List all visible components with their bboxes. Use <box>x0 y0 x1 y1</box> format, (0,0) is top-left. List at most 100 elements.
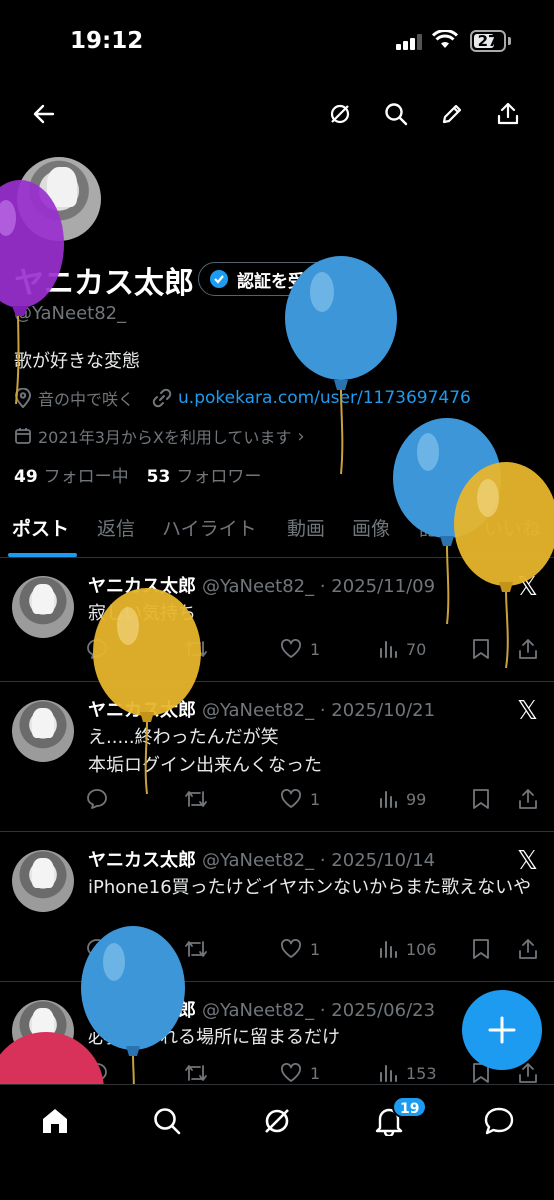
bookmark-icon <box>472 788 490 810</box>
views-icon <box>378 1063 398 1083</box>
profile-joined: 2021年3月からXを利用しています <box>38 428 292 447</box>
location-pin-icon <box>14 388 32 408</box>
profile-handle: @YaNeet82_ <box>14 303 127 324</box>
home-icon[interactable] <box>30 1101 80 1141</box>
verified-badge-icon <box>210 270 228 288</box>
repost-icon <box>184 938 208 960</box>
following-stat[interactable]: 49 フォロー中 <box>14 462 129 487</box>
grok-icon[interactable] <box>318 90 362 138</box>
bookmark-button[interactable] <box>472 934 490 964</box>
like-icon <box>280 789 302 809</box>
top-nav <box>0 90 554 138</box>
x-logo-icon: 𝕏 <box>517 572 538 602</box>
post-meta: @YaNeet82_ · 2025/06/23 <box>202 1000 436 1021</box>
share-icon[interactable] <box>486 90 530 138</box>
active-tab-indicator <box>8 553 77 557</box>
search-icon[interactable] <box>374 90 418 138</box>
message-icon[interactable] <box>474 1101 524 1141</box>
pencil-icon[interactable] <box>430 90 474 138</box>
repost-icon <box>184 638 208 660</box>
views-button[interactable]: 70 <box>378 634 426 664</box>
post-card[interactable]: ヤニカス太郎 @YaNeet82_ · 2025/10/14 𝕏 iPhone16… <box>0 832 554 982</box>
profile-meta-location-link: 音の中で咲く u.pokekara.com/user/1173697476 <box>14 386 471 410</box>
tab-replies[interactable]: 返信 <box>97 514 135 541</box>
follow-stats: 49 フォロー中 53 フォロワー <box>14 462 261 487</box>
post-meta: @YaNeet82_ · 2025/10/21 <box>202 700 436 721</box>
grok-icon[interactable] <box>252 1101 302 1141</box>
like-icon <box>280 1063 302 1083</box>
cellular-signal-icon <box>396 34 424 50</box>
post-text: iPhone16買ったけどイヤホンないからまた歌えないや <box>88 877 532 898</box>
post-card[interactable]: ヤニカス太郎 @YaNeet82_ · 2025/10/21 𝕏 え.....終わ… <box>0 682 554 832</box>
repost-icon <box>184 788 208 810</box>
like-button[interactable]: 1 <box>280 784 320 814</box>
verify-button[interactable]: 認証を受ける <box>198 262 354 296</box>
calendar-icon <box>15 428 31 444</box>
back-arrow-icon[interactable] <box>22 90 66 138</box>
views-icon <box>378 639 398 659</box>
search-icon[interactable] <box>142 1101 192 1141</box>
repost-icon <box>184 1062 208 1084</box>
repost-button[interactable] <box>184 784 216 814</box>
like-count: 1 <box>310 1063 321 1083</box>
post-avatar[interactable] <box>12 576 74 638</box>
share-icon <box>518 788 538 810</box>
link-icon <box>152 388 172 408</box>
reply-button[interactable] <box>86 784 116 814</box>
reply-icon <box>86 1062 108 1084</box>
like-button[interactable]: 1 <box>280 634 320 664</box>
followers-stat[interactable]: 53 フォロワー <box>147 462 262 487</box>
tab-posts[interactable]: ポスト <box>12 514 69 541</box>
profile-joined-row[interactable]: 2021年3月からXを利用しています › <box>14 424 305 448</box>
views-icon <box>378 939 398 959</box>
views-count: 70 <box>406 639 427 659</box>
status-time: 19:12 <box>70 28 144 54</box>
profile-avatar[interactable] <box>14 154 104 244</box>
reply-button[interactable] <box>86 934 116 964</box>
like-icon <box>280 939 302 959</box>
post-actions: 1 99 <box>86 784 546 814</box>
share-icon <box>518 638 538 660</box>
notifications-badge: 19 <box>392 1096 428 1118</box>
post-actions: 1 106 <box>86 934 546 964</box>
battery-level: 27 <box>477 32 499 50</box>
repost-button[interactable] <box>184 634 216 664</box>
tab-videos[interactable]: 動画 <box>287 514 325 541</box>
bookmark-button[interactable] <box>472 634 490 664</box>
like-count: 1 <box>310 789 321 809</box>
x-logo-icon: 𝕏 <box>517 846 538 876</box>
tab-likes[interactable]: いいね <box>484 514 541 541</box>
profile-display-name: ヤニカス太郎 <box>14 266 194 301</box>
status-bar: 19:12 27 <box>0 0 554 84</box>
post-meta: @YaNeet82_ · 2025/11/09 <box>202 576 436 597</box>
chevron-right-icon: › <box>297 425 305 447</box>
views-icon <box>378 789 398 809</box>
tab-images[interactable]: 画像 <box>352 514 390 541</box>
share-button[interactable] <box>518 784 538 814</box>
post-avatar[interactable] <box>12 850 74 912</box>
profile-tabs: ポスト 返信 ハイライト 動画 画像 記事 いいね <box>0 504 554 558</box>
post-card[interactable]: ヤニカス太郎 @YaNeet82_ · 2025/11/09 𝕏 寂しい気持ち 1… <box>0 558 554 682</box>
tab-articles[interactable]: 記事 <box>419 514 457 541</box>
share-button[interactable] <box>518 934 538 964</box>
post-author-name: ヤニカス太郎 <box>88 700 196 721</box>
post-text: え.....終わったんだが笑 本垢ログイン出来んくなった <box>88 727 322 776</box>
share-button[interactable] <box>518 634 538 664</box>
like-button[interactable]: 1 <box>280 934 320 964</box>
like-count: 1 <box>310 939 321 959</box>
profile-bio: 歌が好きな変態 <box>14 351 140 372</box>
post-author-name: ヤニカス太郎 <box>88 850 196 871</box>
compose-post-button[interactable] <box>462 990 542 1070</box>
bookmark-button[interactable] <box>472 784 490 814</box>
tab-highlights[interactable]: ハイライト <box>162 514 257 541</box>
repost-button[interactable] <box>184 934 216 964</box>
plus-icon <box>488 1016 516 1044</box>
post-avatar[interactable] <box>12 700 74 762</box>
post-avatar[interactable] <box>12 1000 74 1062</box>
views-button[interactable]: 99 <box>378 784 426 814</box>
share-icon <box>518 1062 538 1084</box>
x-logo-icon: 𝕏 <box>517 696 538 726</box>
profile-link[interactable]: u.pokekara.com/user/1173697476 <box>178 388 471 408</box>
views-button[interactable]: 106 <box>378 934 437 964</box>
reply-button[interactable] <box>86 634 116 664</box>
